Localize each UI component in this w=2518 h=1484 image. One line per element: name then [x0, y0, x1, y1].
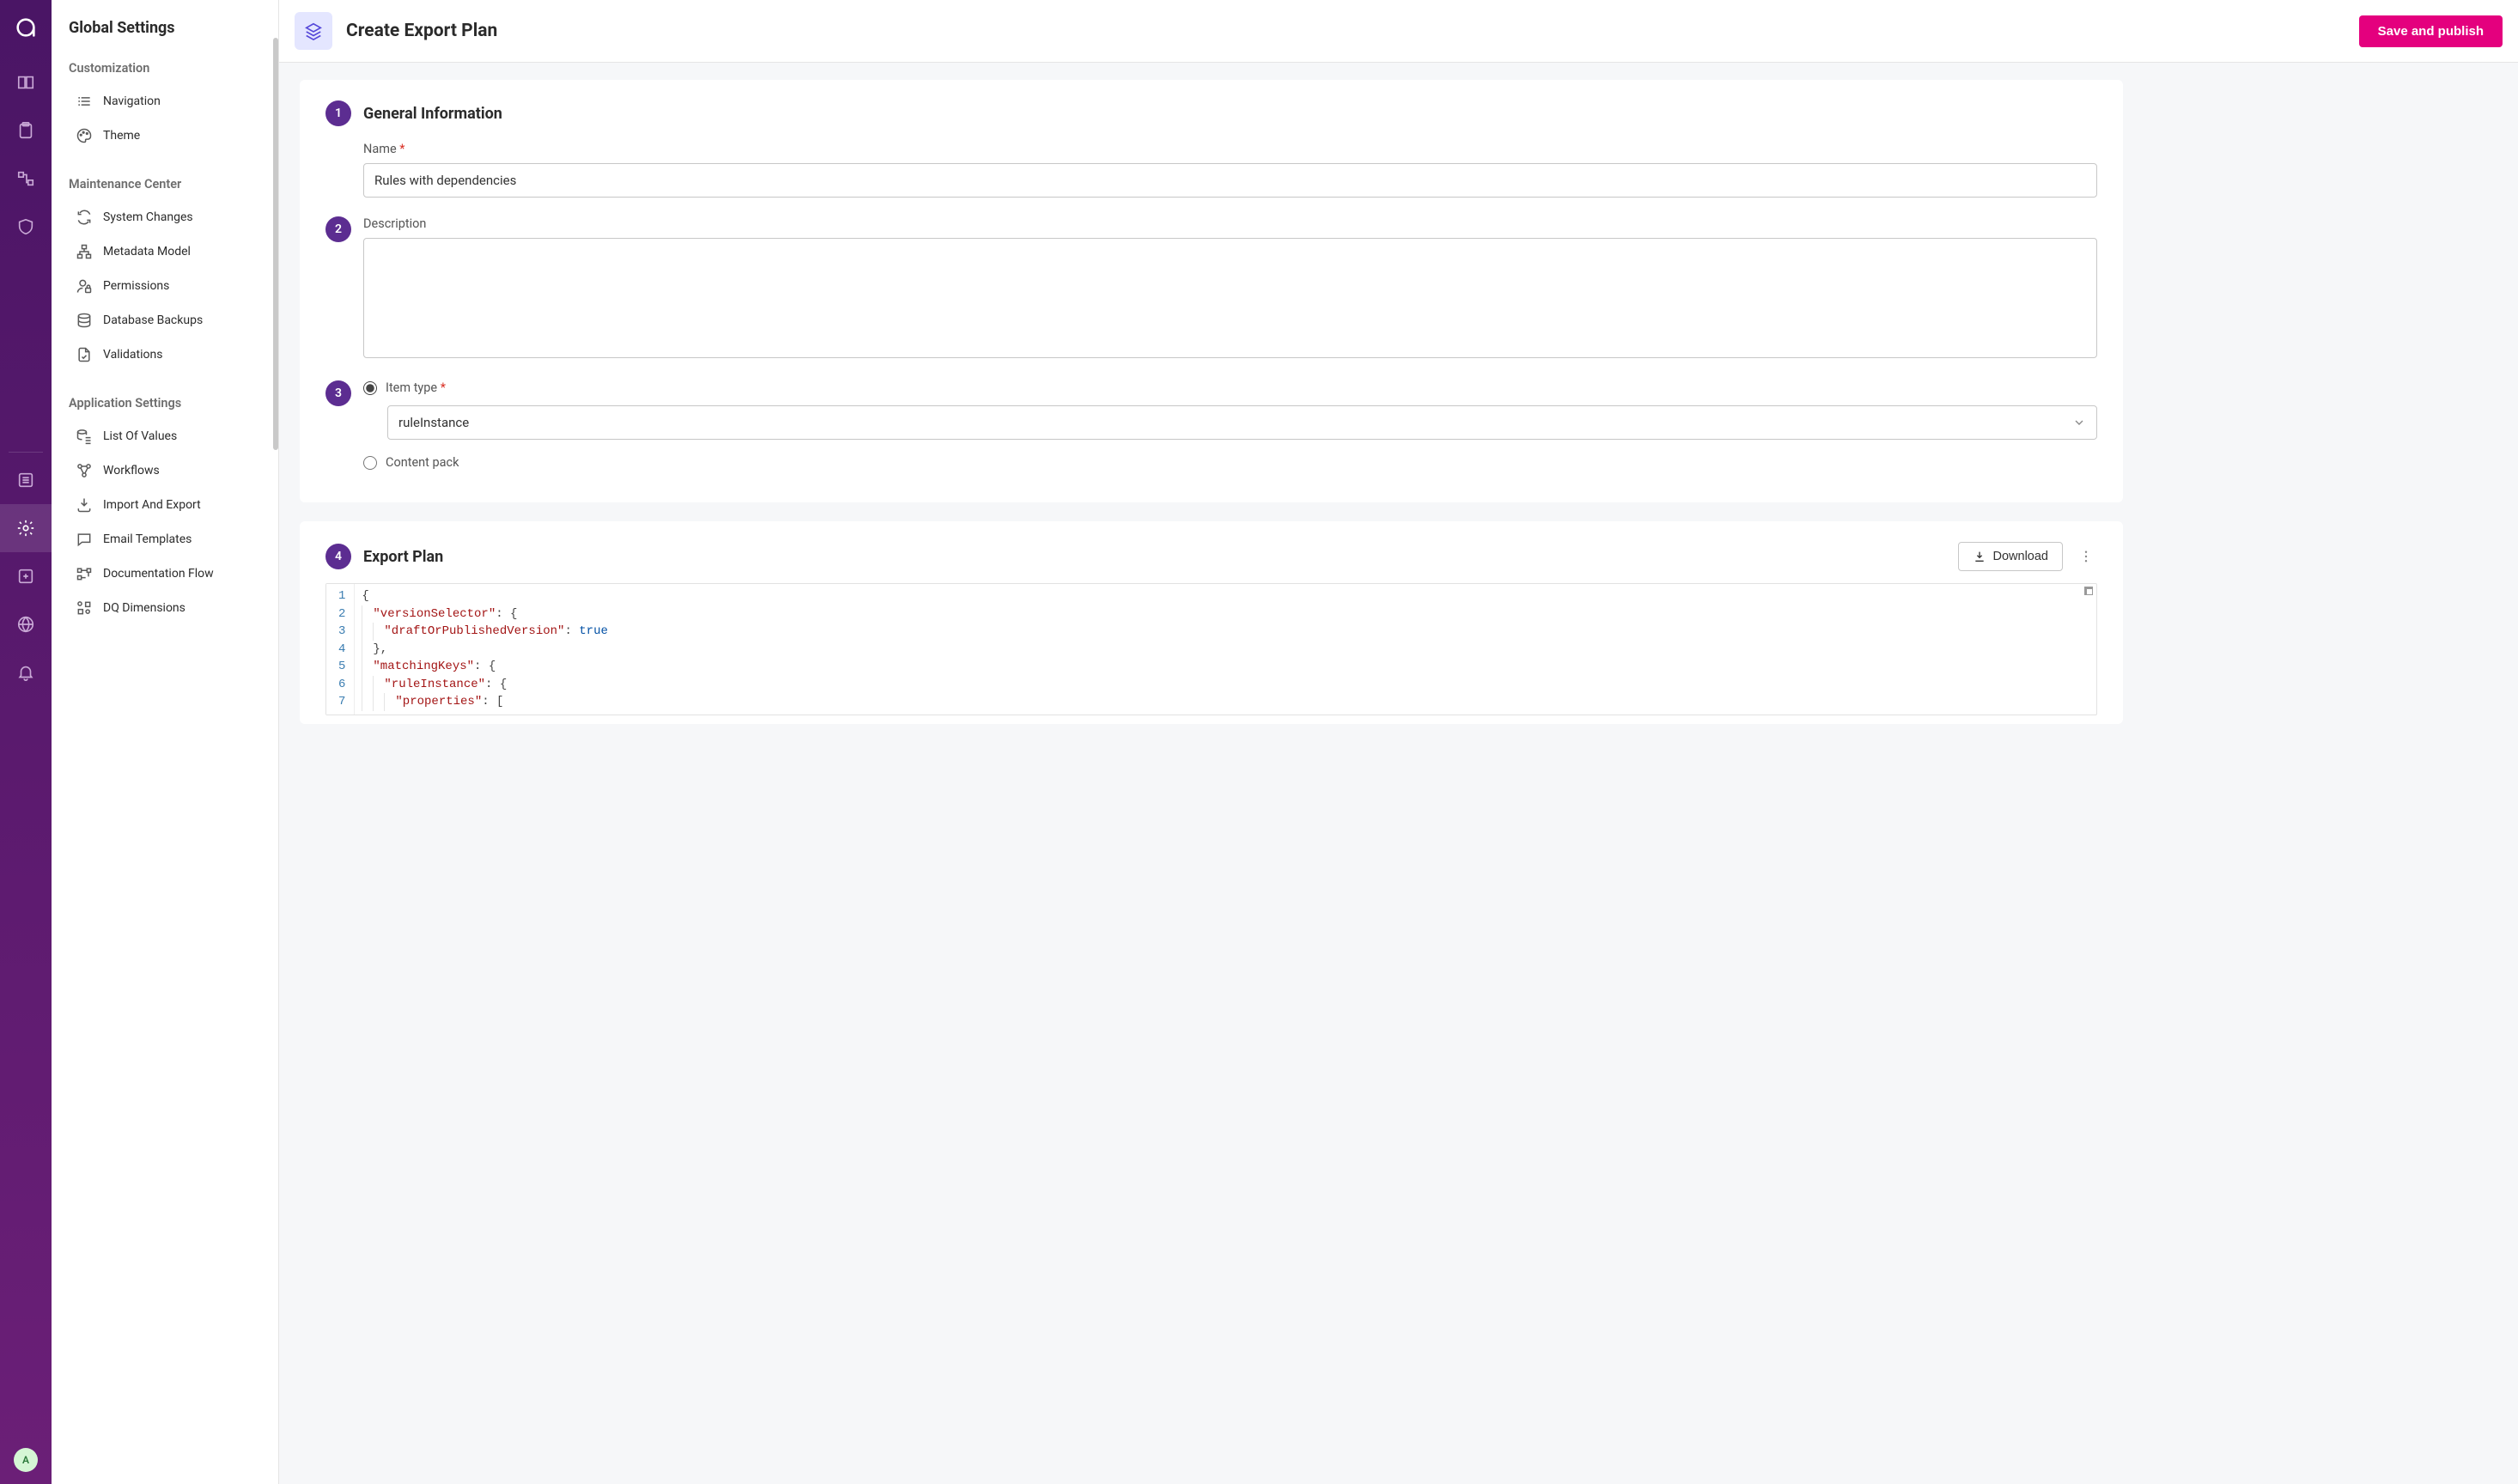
file-check-icon — [76, 346, 93, 363]
item-type-label: Item type * — [386, 380, 446, 395]
rail-item-globe[interactable] — [0, 600, 52, 648]
general-information-card: 1 General Information Name * 2 Descripti… — [300, 80, 2123, 502]
chevron-down-icon — [2072, 416, 2086, 429]
sync-icon — [76, 209, 93, 226]
editor-code[interactable]: {"versionSelector": {"draftOrPublishedVe… — [355, 584, 2096, 715]
download-button[interactable]: Download — [1958, 542, 2064, 571]
flow-icon — [76, 565, 93, 582]
list-icon — [76, 93, 93, 110]
rail-item-clipboard[interactable] — [0, 106, 52, 155]
rail-item-list[interactable] — [0, 456, 52, 504]
main-area: Create Export Plan Save and publish 1 Ge… — [279, 0, 2518, 1484]
name-label: Name * — [363, 142, 2097, 156]
sidebar-group-application: Application Settings List Of Values Work… — [52, 391, 278, 625]
download-icon — [1973, 550, 1986, 563]
page-title: Create Export Plan — [346, 21, 497, 41]
sidebar-scrollbar[interactable] — [273, 38, 278, 450]
sidebar-item-system-changes[interactable]: System Changes — [52, 200, 278, 234]
sidebar-title: Global Settings — [52, 15, 278, 56]
rail-item-bell[interactable] — [0, 648, 52, 696]
content-pack-radio-row[interactable]: Content pack — [363, 455, 2097, 470]
card-title: General Information — [363, 105, 502, 123]
sidebar-item-database-backups[interactable]: Database Backups — [52, 303, 278, 338]
sidebar-item-label: Navigation — [103, 94, 161, 108]
sidebar-item-list-of-values[interactable]: List Of Values — [52, 419, 278, 453]
sidebar-item-validations[interactable]: Validations — [52, 338, 278, 372]
topbar: Create Export Plan Save and publish — [279, 0, 2518, 63]
sidebar-item-email-templates[interactable]: Email Templates — [52, 522, 278, 556]
description-label: Description — [363, 216, 2097, 231]
rail-item-model[interactable] — [0, 155, 52, 203]
editor-gutter: 1 2 3 4 5 6 7 — [326, 584, 355, 715]
settings-sidebar: Global Settings Customization Navigation… — [52, 0, 279, 1484]
rail-item-shield[interactable] — [0, 203, 52, 251]
sidebar-group-customization: Customization Navigation Theme — [52, 56, 278, 153]
item-type-value: ruleInstance — [398, 415, 469, 430]
sidebar-item-label: Documentation Flow — [103, 567, 214, 581]
layers-icon — [304, 21, 323, 40]
sidebar-item-label: DQ Dimensions — [103, 601, 186, 615]
brand-logo — [12, 14, 40, 41]
step-badge-2: 2 — [325, 216, 351, 242]
sidebar-item-permissions[interactable]: Permissions — [52, 269, 278, 303]
sidebar-group-maintenance: Maintenance Center System Changes Metada… — [52, 172, 278, 372]
sidebar-group-label: Customization — [52, 56, 278, 84]
sidebar-item-label: Database Backups — [103, 313, 203, 327]
page-icon — [295, 12, 332, 50]
item-type-select[interactable]: ruleInstance — [387, 405, 2097, 440]
sidebar-item-label: Permissions — [103, 279, 169, 293]
rail-item-catalog[interactable] — [0, 58, 52, 106]
sitemap-icon — [76, 243, 93, 260]
sidebar-item-label: Import And Export — [103, 498, 201, 512]
app-root: A Global Settings Customization Navigati… — [0, 0, 2518, 1484]
description-textarea[interactable] — [363, 238, 2097, 358]
sidebar-item-label: Metadata Model — [103, 245, 191, 258]
step-badge-1: 1 — [325, 100, 351, 126]
sidebar-item-label: Theme — [103, 129, 140, 143]
sidebar-item-documentation-flow[interactable]: Documentation Flow — [52, 556, 278, 591]
content-scroll: 1 General Information Name * 2 Descripti… — [279, 63, 2518, 760]
step-badge-3: 3 — [325, 380, 351, 406]
sidebar-item-import-export[interactable]: Import And Export — [52, 488, 278, 522]
sidebar-item-label: Workflows — [103, 464, 160, 477]
required-asterisk: * — [399, 142, 404, 156]
sidebar-item-navigation[interactable]: Navigation — [52, 84, 278, 119]
content-pack-label: Content pack — [386, 455, 459, 470]
palette-icon — [76, 127, 93, 144]
card-title: Export Plan — [363, 548, 443, 566]
database-icon — [76, 312, 93, 329]
import-export-icon — [76, 496, 93, 514]
user-avatar[interactable]: A — [14, 1448, 38, 1472]
sidebar-item-metadata-model[interactable]: Metadata Model — [52, 234, 278, 269]
item-type-radio-row[interactable]: Item type * — [363, 380, 2097, 395]
sidebar-group-label: Application Settings — [52, 391, 278, 419]
person-lock-icon — [76, 277, 93, 295]
item-type-radio[interactable] — [363, 381, 377, 395]
sidebar-item-label: System Changes — [103, 210, 193, 224]
sidebar-item-dq-dimensions[interactable]: DQ Dimensions — [52, 591, 278, 625]
sidebar-item-label: Validations — [103, 348, 162, 362]
required-asterisk: * — [441, 380, 446, 395]
database-list-icon — [76, 428, 93, 445]
download-label: Download — [1993, 550, 2049, 563]
sidebar-item-workflows[interactable]: Workflows — [52, 453, 278, 488]
content-pack-radio[interactable] — [363, 456, 377, 470]
sidebar-item-label: Email Templates — [103, 532, 192, 546]
save-publish-button[interactable]: Save and publish — [2359, 15, 2503, 47]
name-input[interactable] — [363, 163, 2097, 198]
export-plan-card: 4 Export Plan Download 1 2 — [300, 521, 2123, 724]
sidebar-item-label: List Of Values — [103, 429, 177, 443]
kebab-icon — [2078, 549, 2094, 564]
dimensions-icon — [76, 599, 93, 617]
rail-item-settings[interactable] — [0, 504, 52, 552]
icon-rail: A — [0, 0, 52, 1484]
step-badge-4: 4 — [325, 544, 351, 569]
sidebar-group-label: Maintenance Center — [52, 172, 278, 200]
sidebar-item-theme[interactable]: Theme — [52, 119, 278, 153]
code-editor[interactable]: 1 2 3 4 5 6 7 {"versionSelector": {"draf… — [325, 583, 2097, 715]
chat-icon — [76, 531, 93, 548]
workflow-icon — [76, 462, 93, 479]
more-menu-button[interactable] — [2075, 549, 2097, 564]
rail-item-add-panel[interactable] — [0, 552, 52, 600]
